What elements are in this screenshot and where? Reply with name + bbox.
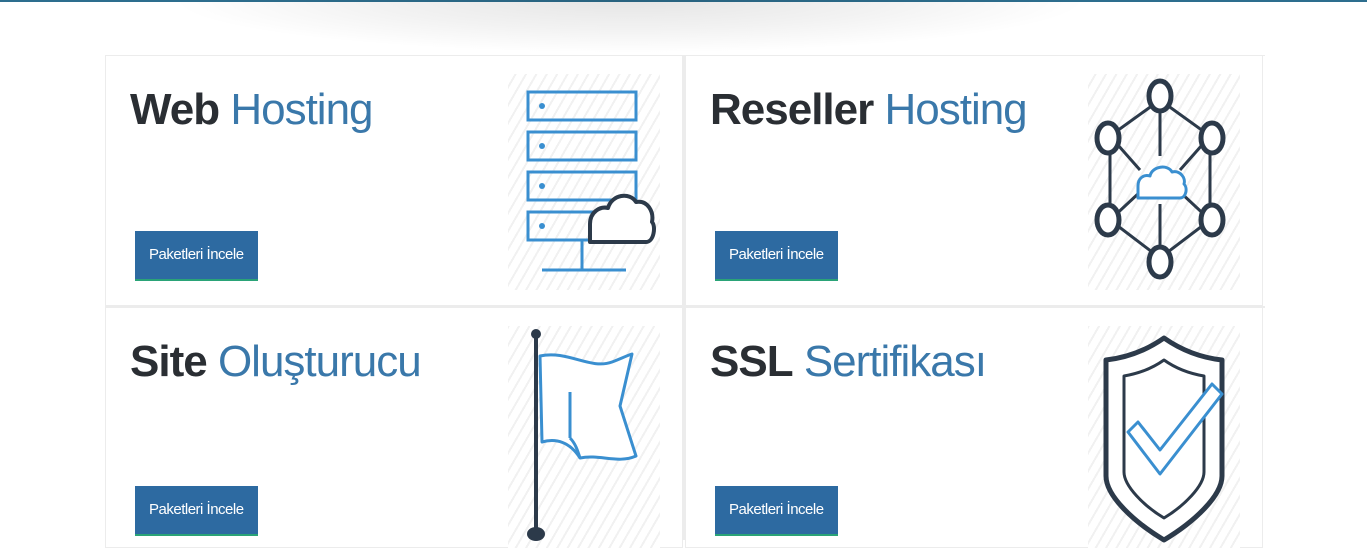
card-title: Web Hosting: [130, 82, 374, 138]
card-title-light: Hosting: [884, 85, 1027, 134]
card-title: SSL Sertifikası: [710, 334, 987, 390]
network-cloud-icon: [1088, 74, 1240, 290]
card-ssl-certificate: SSL Sertifikası Paketleri İncele: [685, 308, 1263, 548]
hosting-products-grid: Web Hosting Paketleri İncele Reseller Ho…: [105, 55, 1265, 548]
card-web-hosting: Web Hosting Paketleri İncele: [105, 56, 683, 306]
card-title-bold: SSL: [710, 337, 794, 386]
grid-divider-horizontal: [105, 306, 1265, 308]
card-title: Reseller Hosting: [710, 82, 1028, 138]
card-title-bold: Reseller: [710, 85, 874, 134]
shield-check-icon: [1088, 326, 1240, 548]
card-title-light: Sertifikası: [803, 337, 987, 386]
card-site-builder: Site Oluşturucu Paketleri İncele: [105, 308, 683, 548]
card-title-light: Oluşturucu: [217, 337, 422, 386]
grid-divider-vertical: [683, 56, 685, 540]
card-reseller-hosting: Reseller Hosting Paketleri İncele: [685, 56, 1263, 306]
server-cloud-icon: [508, 74, 660, 290]
card-title-light: Hosting: [230, 85, 373, 134]
view-packages-button[interactable]: Paketleri İncele: [715, 231, 838, 281]
card-title-bold: Web: [130, 85, 220, 134]
view-packages-button[interactable]: Paketleri İncele: [715, 486, 838, 536]
view-packages-button[interactable]: Paketleri İncele: [135, 231, 258, 281]
header-shadow: [180, 0, 1080, 52]
card-title-bold: Site: [130, 337, 208, 386]
flag-icon: [508, 326, 660, 548]
card-title: Site Oluşturucu: [130, 334, 422, 390]
view-packages-button[interactable]: Paketleri İncele: [135, 486, 258, 536]
